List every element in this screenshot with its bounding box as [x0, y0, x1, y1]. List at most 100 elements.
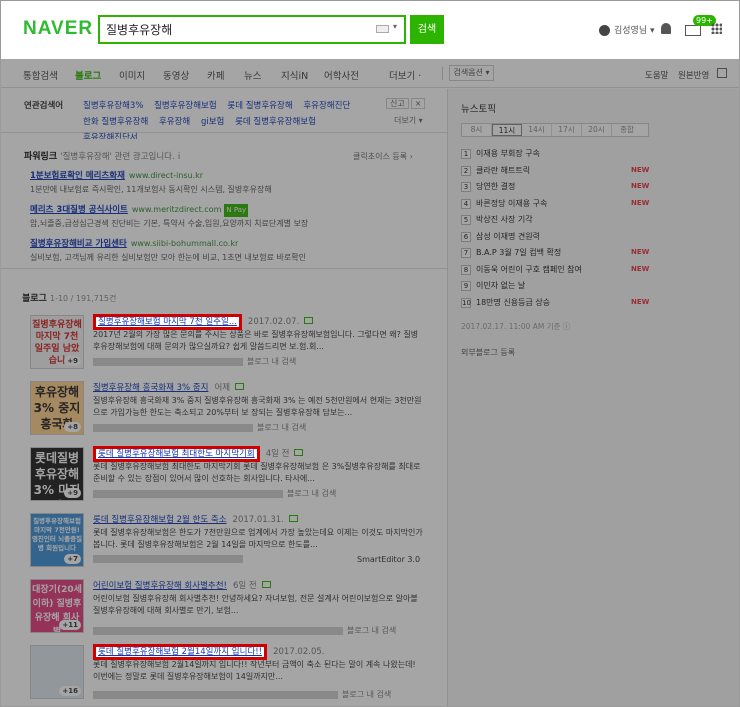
- new-badge: NEW: [631, 248, 650, 256]
- blog-title-link-highlighted[interactable]: 질병후유장해보험 마지막 7천 일주일...: [93, 314, 242, 330]
- clickchoice-register-link[interactable]: 클릭초이스 등록 ›: [353, 151, 413, 162]
- share-icon[interactable]: [717, 68, 727, 78]
- news-topic-item[interactable]: 7 B.A.P 3월 7일 컴백 확정 NEW: [461, 247, 651, 264]
- close-icon[interactable]: ×: [410, 98, 426, 109]
- news-topic-item[interactable]: 2 클라란 해트트릭 NEW: [461, 165, 651, 182]
- blog-thumbnail[interactable]: 질병후유장해 마지막 7천 일주일 남았습니 +9: [30, 315, 84, 369]
- blog-search-link[interactable]: 블로그 내 검색: [257, 423, 306, 432]
- ad-url[interactable]: www.meritzdirect.com: [132, 205, 222, 214]
- autocomplete-arrow-icon[interactable]: ▾: [393, 22, 397, 31]
- tab-kin[interactable]: 지식iN: [281, 68, 308, 82]
- related-link[interactable]: 후유장해: [159, 117, 190, 127]
- time-tab[interactable]: 17시: [552, 124, 582, 136]
- news-topic-item[interactable]: 1 이재용 부회장 구속: [461, 148, 651, 165]
- related-link[interactable]: gi보험: [201, 117, 224, 127]
- ad-url[interactable]: www.direct-insu.kr: [129, 171, 203, 180]
- related-link[interactable]: 한화 질병후유장해: [83, 117, 148, 127]
- search-options-button[interactable]: 검색옵션 ▾: [449, 65, 494, 81]
- ad-title[interactable]: 메리츠 3대질병 공식사이트: [30, 205, 128, 215]
- blog-title-link[interactable]: 어린이보험 질병후유장해 회사별추천!: [93, 581, 227, 591]
- news-topic-item[interactable]: 9 이민자 없는 날: [461, 280, 651, 297]
- tab-all[interactable]: 통합검색: [23, 68, 58, 82]
- search-button[interactable]: 검색: [410, 15, 444, 44]
- blurred-blog-name: [93, 423, 253, 432]
- tab-dictionary[interactable]: 어학사전: [324, 68, 359, 82]
- blog-title-link[interactable]: 질병후유장해 흥국화재 3% 중지: [93, 383, 208, 393]
- blog-thumbnail[interactable]: 질병후유장해보험 마지막 7천만원! 영진인터 뇌졸중질병 회원입니다 +7: [30, 513, 84, 567]
- external-link-icon[interactable]: [288, 515, 298, 522]
- topic-text[interactable]: 이동욱 어린이 구호 캠페인 참여: [476, 265, 582, 274]
- news-topic-item[interactable]: 4 바른정당 이재용 구속 NEW: [461, 198, 651, 215]
- topic-text[interactable]: 삼성 이재명 견원력: [476, 232, 540, 241]
- keyboard-icon[interactable]: [376, 25, 389, 33]
- new-badge: NEW: [631, 165, 650, 174]
- report-button[interactable]: 신고: [386, 98, 409, 109]
- blog-title-link-highlighted[interactable]: 롯데 질병후유장해보험 최대한도 마지막기회: [93, 446, 260, 462]
- help-link[interactable]: 도움말: [645, 69, 668, 81]
- related-link[interactable]: 후유장해진단: [303, 101, 350, 111]
- blog-search-link[interactable]: 블로그 내 검색: [247, 357, 296, 366]
- related-link[interactable]: 롯데 질병후유장해: [227, 101, 292, 111]
- blog-search-link[interactable]: 블로그 내 검색: [342, 690, 391, 699]
- blog-search-link[interactable]: 블로그 내 검색: [287, 489, 336, 498]
- topic-text[interactable]: 18만명 신용등급 상승: [476, 298, 550, 307]
- news-topic-item[interactable]: 5 박상진 사장 기각: [461, 214, 651, 231]
- search-box[interactable]: ▾: [98, 15, 406, 44]
- info-icon[interactable]: i: [178, 152, 180, 162]
- topic-text[interactable]: 박상진 사장 기각: [476, 215, 533, 224]
- blog-result: 후유장해 3% 중지 흥국화 +8 질병후유장해 흥국화재 3% 중지 어제 질병…: [1, 381, 447, 445]
- time-tab[interactable]: 14시: [522, 124, 552, 136]
- related-more-button[interactable]: 더보기 ▾: [394, 115, 423, 126]
- tab-image[interactable]: 이미지: [119, 68, 145, 82]
- blog-search-link[interactable]: 블로그 내 검색: [347, 626, 396, 635]
- news-topic-item[interactable]: 8 이동욱 어린이 구호 캠페인 참여 NEW: [461, 264, 651, 281]
- news-topic-item[interactable]: 10 18만명 신용등급 상승 NEW: [461, 297, 651, 314]
- external-blog-register-link[interactable]: 외부블로그 등록: [461, 347, 515, 358]
- external-link-icon[interactable]: [304, 317, 314, 324]
- topic-text[interactable]: 당연한 결정: [476, 182, 515, 191]
- tab-video[interactable]: 동영상: [163, 68, 189, 82]
- blog-description: 어린이보험 질병후유장해 회사별추천! 안녕하세요? 자녀보험, 전문 설계사 …: [93, 594, 418, 615]
- news-topic-item[interactable]: 3 당연한 결정 NEW: [461, 181, 651, 198]
- external-link-icon[interactable]: [294, 449, 304, 456]
- blog-thumbnail[interactable]: 롯데질병 후유장해3% 마지막 +9: [30, 447, 84, 501]
- tab-blog[interactable]: 블로그: [75, 68, 101, 82]
- related-link[interactable]: 롯데 질병후유장해보험: [235, 117, 316, 127]
- mail-icon[interactable]: [685, 25, 701, 36]
- user-menu[interactable]: 김성영님 ▾: [599, 23, 655, 36]
- ad-title[interactable]: 질병후유장해비교 가입센타: [30, 239, 127, 249]
- ad-url[interactable]: www.siibi-bohummall.co.kr: [131, 239, 238, 248]
- blog-title-link-highlighted[interactable]: 롯데 질병후유장해보험 2월14일까지 입니다!!: [93, 644, 268, 660]
- topic-text[interactable]: B.A.P 3월 7일 컴백 확정: [476, 248, 561, 257]
- time-tab[interactable]: 20시: [582, 124, 612, 136]
- tab-news[interactable]: 뉴스: [244, 68, 261, 82]
- time-tab[interactable]: 종합: [612, 124, 642, 136]
- source-view-link[interactable]: 원본반영: [678, 69, 709, 81]
- image-count: +9: [64, 488, 81, 498]
- topic-text[interactable]: 바른정당 이재용 구속: [476, 199, 547, 208]
- naver-logo[interactable]: NAVER: [23, 18, 93, 40]
- topic-text[interactable]: 이민자 없는 날: [476, 281, 525, 290]
- blog-thumbnail[interactable]: +16: [30, 645, 84, 699]
- blog-thumbnail[interactable]: 대장기(20세이하) 질병후유장해 회사별 +11: [30, 579, 84, 633]
- topic-text[interactable]: 클라란 해트트릭: [476, 166, 530, 175]
- topic-rank: 7: [461, 248, 471, 258]
- external-link-icon[interactable]: [235, 383, 245, 390]
- topic-text[interactable]: 이재용 부회장 구속: [476, 149, 540, 158]
- app-grid-icon[interactable]: [711, 23, 722, 34]
- blog-date: 2017.01.31.: [232, 515, 284, 525]
- blog-title-link[interactable]: 롯데 질병후유장해보험 2월 한도 축소: [93, 515, 227, 525]
- blog-count: 1-10 / 191,715건: [49, 294, 117, 303]
- external-link-icon[interactable]: [261, 581, 271, 588]
- tab-more[interactable]: 더보기 ·: [389, 68, 421, 82]
- news-topic-item[interactable]: 6 삼성 이재명 견원력: [461, 231, 651, 248]
- related-link[interactable]: 질병후유장해3%: [83, 101, 143, 111]
- time-tab-active[interactable]: 11시: [492, 124, 522, 136]
- related-link[interactable]: 질병후유장해보험: [154, 101, 217, 111]
- search-input[interactable]: [106, 20, 336, 39]
- bell-icon[interactable]: [661, 23, 671, 34]
- blog-thumbnail[interactable]: 후유장해 3% 중지 흥국화 +8: [30, 381, 84, 435]
- tab-cafe[interactable]: 카페: [207, 68, 224, 82]
- ad-title[interactable]: 1분보험료확인 메리츠화재: [30, 171, 125, 181]
- time-tab[interactable]: 8시: [462, 124, 492, 136]
